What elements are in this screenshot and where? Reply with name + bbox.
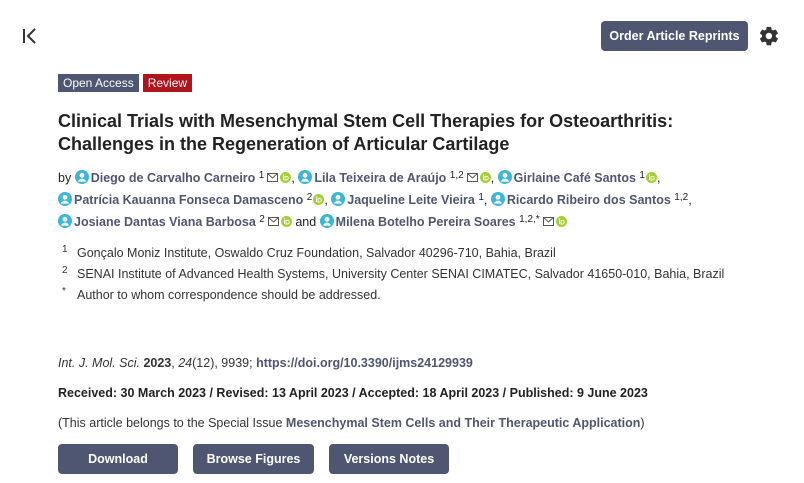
author-affiliation: 2	[259, 214, 265, 225]
author-item[interactable]: Diego de Carvalho Carneiro 1	[74, 170, 292, 185]
publication-dates: Received: 30 March 2023 / Revised: 13 Ap…	[58, 386, 648, 400]
affiliation-item: 1 Gonçalo Moniz Institute, Oswaldo Cruz …	[62, 243, 742, 263]
author-list: by Diego de Carvalho Carneiro 1, Lila Te…	[58, 170, 692, 229]
email-icon[interactable]	[542, 217, 554, 226]
orcid-icon[interactable]	[280, 216, 292, 227]
article-title: Clinical Trials with Mesenchymal Stem Ce…	[58, 111, 674, 154]
orcid-icon[interactable]	[313, 194, 325, 205]
gear-icon[interactable]	[758, 25, 780, 47]
doi-link[interactable]: https://doi.org/10.3390/ijms24129939	[256, 356, 473, 370]
review-badge: Review	[142, 74, 193, 92]
author-icon	[298, 170, 313, 184]
author-name[interactable]: Ricardo Ribeiro dos Santos	[507, 193, 671, 207]
author-item[interactable]: Patrícia Kauanna Fonseca Damasceno 2	[58, 192, 325, 207]
and-label: and	[295, 215, 317, 229]
special-issue-link[interactable]: Mesenchymal Stem Cells and Their Therape…	[286, 416, 641, 430]
author-name[interactable]: Patrícia Kauanna Fonseca Damasceno	[74, 193, 303, 207]
by-label: by	[58, 171, 72, 185]
author-affiliation: 1	[258, 170, 265, 181]
affiliation-text: Gonçalo Moniz Institute, Oswaldo Cruz Fo…	[77, 246, 556, 260]
author-name[interactable]: Girlaine Café Santos	[514, 171, 636, 185]
author-affiliation: 1,2,*	[519, 214, 540, 225]
citation-volume: 24	[178, 356, 193, 370]
affiliation-number: 1	[62, 244, 68, 255]
citation-issue-pages: (12), 9939;	[192, 356, 253, 370]
affiliations: 1 Gonçalo Moniz Institute, Oswaldo Cruz …	[62, 243, 742, 306]
affiliation-item: * Author to whom correspondence should b…	[62, 285, 742, 305]
email-icon[interactable]	[466, 173, 478, 182]
affiliation-number: 2	[62, 265, 68, 276]
author-affiliation: 1	[639, 170, 645, 181]
top-toolbar: Order Article Reprints	[0, 0, 804, 70]
author-affiliation: 1	[478, 192, 484, 203]
open-access-badge: Open Access	[58, 74, 139, 92]
journal-name: Int. J. Mol. Sci.	[58, 356, 140, 370]
order-reprints-button[interactable]: Order Article Reprints	[601, 21, 748, 51]
author-affiliation: 2	[306, 192, 313, 203]
author-name[interactable]: Lila Teixeira de Araújo	[314, 171, 446, 185]
author-icon	[74, 170, 89, 184]
orcid-icon[interactable]	[645, 172, 657, 183]
author-name[interactable]: Diego de Carvalho Carneiro	[91, 171, 256, 185]
collapse-left-icon[interactable]	[20, 26, 40, 46]
author-item[interactable]: Josiane Dantas Viana Barbosa 2	[58, 214, 292, 229]
citation-year: 2023	[143, 356, 172, 370]
author-item[interactable]: Ricardo Ribeiro dos Santos 1,2	[490, 192, 689, 207]
download-button[interactable]: Download	[58, 444, 178, 474]
special-issue-note: (This article belongs to the Special Iss…	[58, 416, 645, 430]
special-issue-suffix: )	[640, 416, 645, 430]
author-name[interactable]: Josiane Dantas Viana Barbosa	[74, 215, 256, 229]
author-icon	[58, 192, 72, 206]
orcid-icon[interactable]	[280, 172, 292, 183]
affiliation-item: 2 SENAI Institute of Advanced Health Sys…	[62, 264, 742, 284]
email-icon[interactable]	[267, 173, 279, 182]
author-icon	[319, 214, 334, 228]
author-item[interactable]: Girlaine Café Santos 1	[497, 170, 657, 185]
orcid-icon[interactable]	[555, 216, 567, 227]
article-actions: Download Browse Figures Versions Notes	[58, 444, 449, 474]
author-icon	[58, 214, 72, 228]
author-item[interactable]: Lila Teixeira de Araújo 1,2	[298, 170, 491, 185]
author-affiliation: 1,2	[449, 170, 464, 181]
author-affiliation: 1,2	[674, 192, 689, 203]
author-item[interactable]: Jaqueline Leite Vieira 1	[331, 192, 484, 207]
author-name[interactable]: Milena Botelho Pereira Soares	[336, 215, 516, 229]
author-icon	[497, 170, 512, 184]
affiliation-text: SENAI Institute of Advanced Health Syste…	[77, 267, 725, 281]
orcid-icon[interactable]	[479, 172, 491, 183]
browse-figures-button[interactable]: Browse Figures	[193, 444, 314, 474]
author-name[interactable]: Jaqueline Leite Vieira	[347, 193, 475, 207]
author-icon	[490, 192, 505, 206]
special-issue-prefix: (This article belongs to the Special Iss…	[58, 416, 286, 430]
email-icon[interactable]	[267, 217, 279, 226]
citation: Int. J. Mol. Sci. 2023, 24(12), 9939; ht…	[58, 356, 473, 370]
affiliation-number: *	[62, 286, 66, 297]
author-item[interactable]: Milena Botelho Pereira Soares 1,2,*	[319, 214, 567, 229]
affiliation-text: Author to whom correspondence should be …	[77, 288, 381, 302]
versions-notes-button[interactable]: Versions Notes	[329, 444, 449, 474]
article-badges: Open Access Review	[58, 74, 193, 92]
author-icon	[331, 192, 346, 206]
